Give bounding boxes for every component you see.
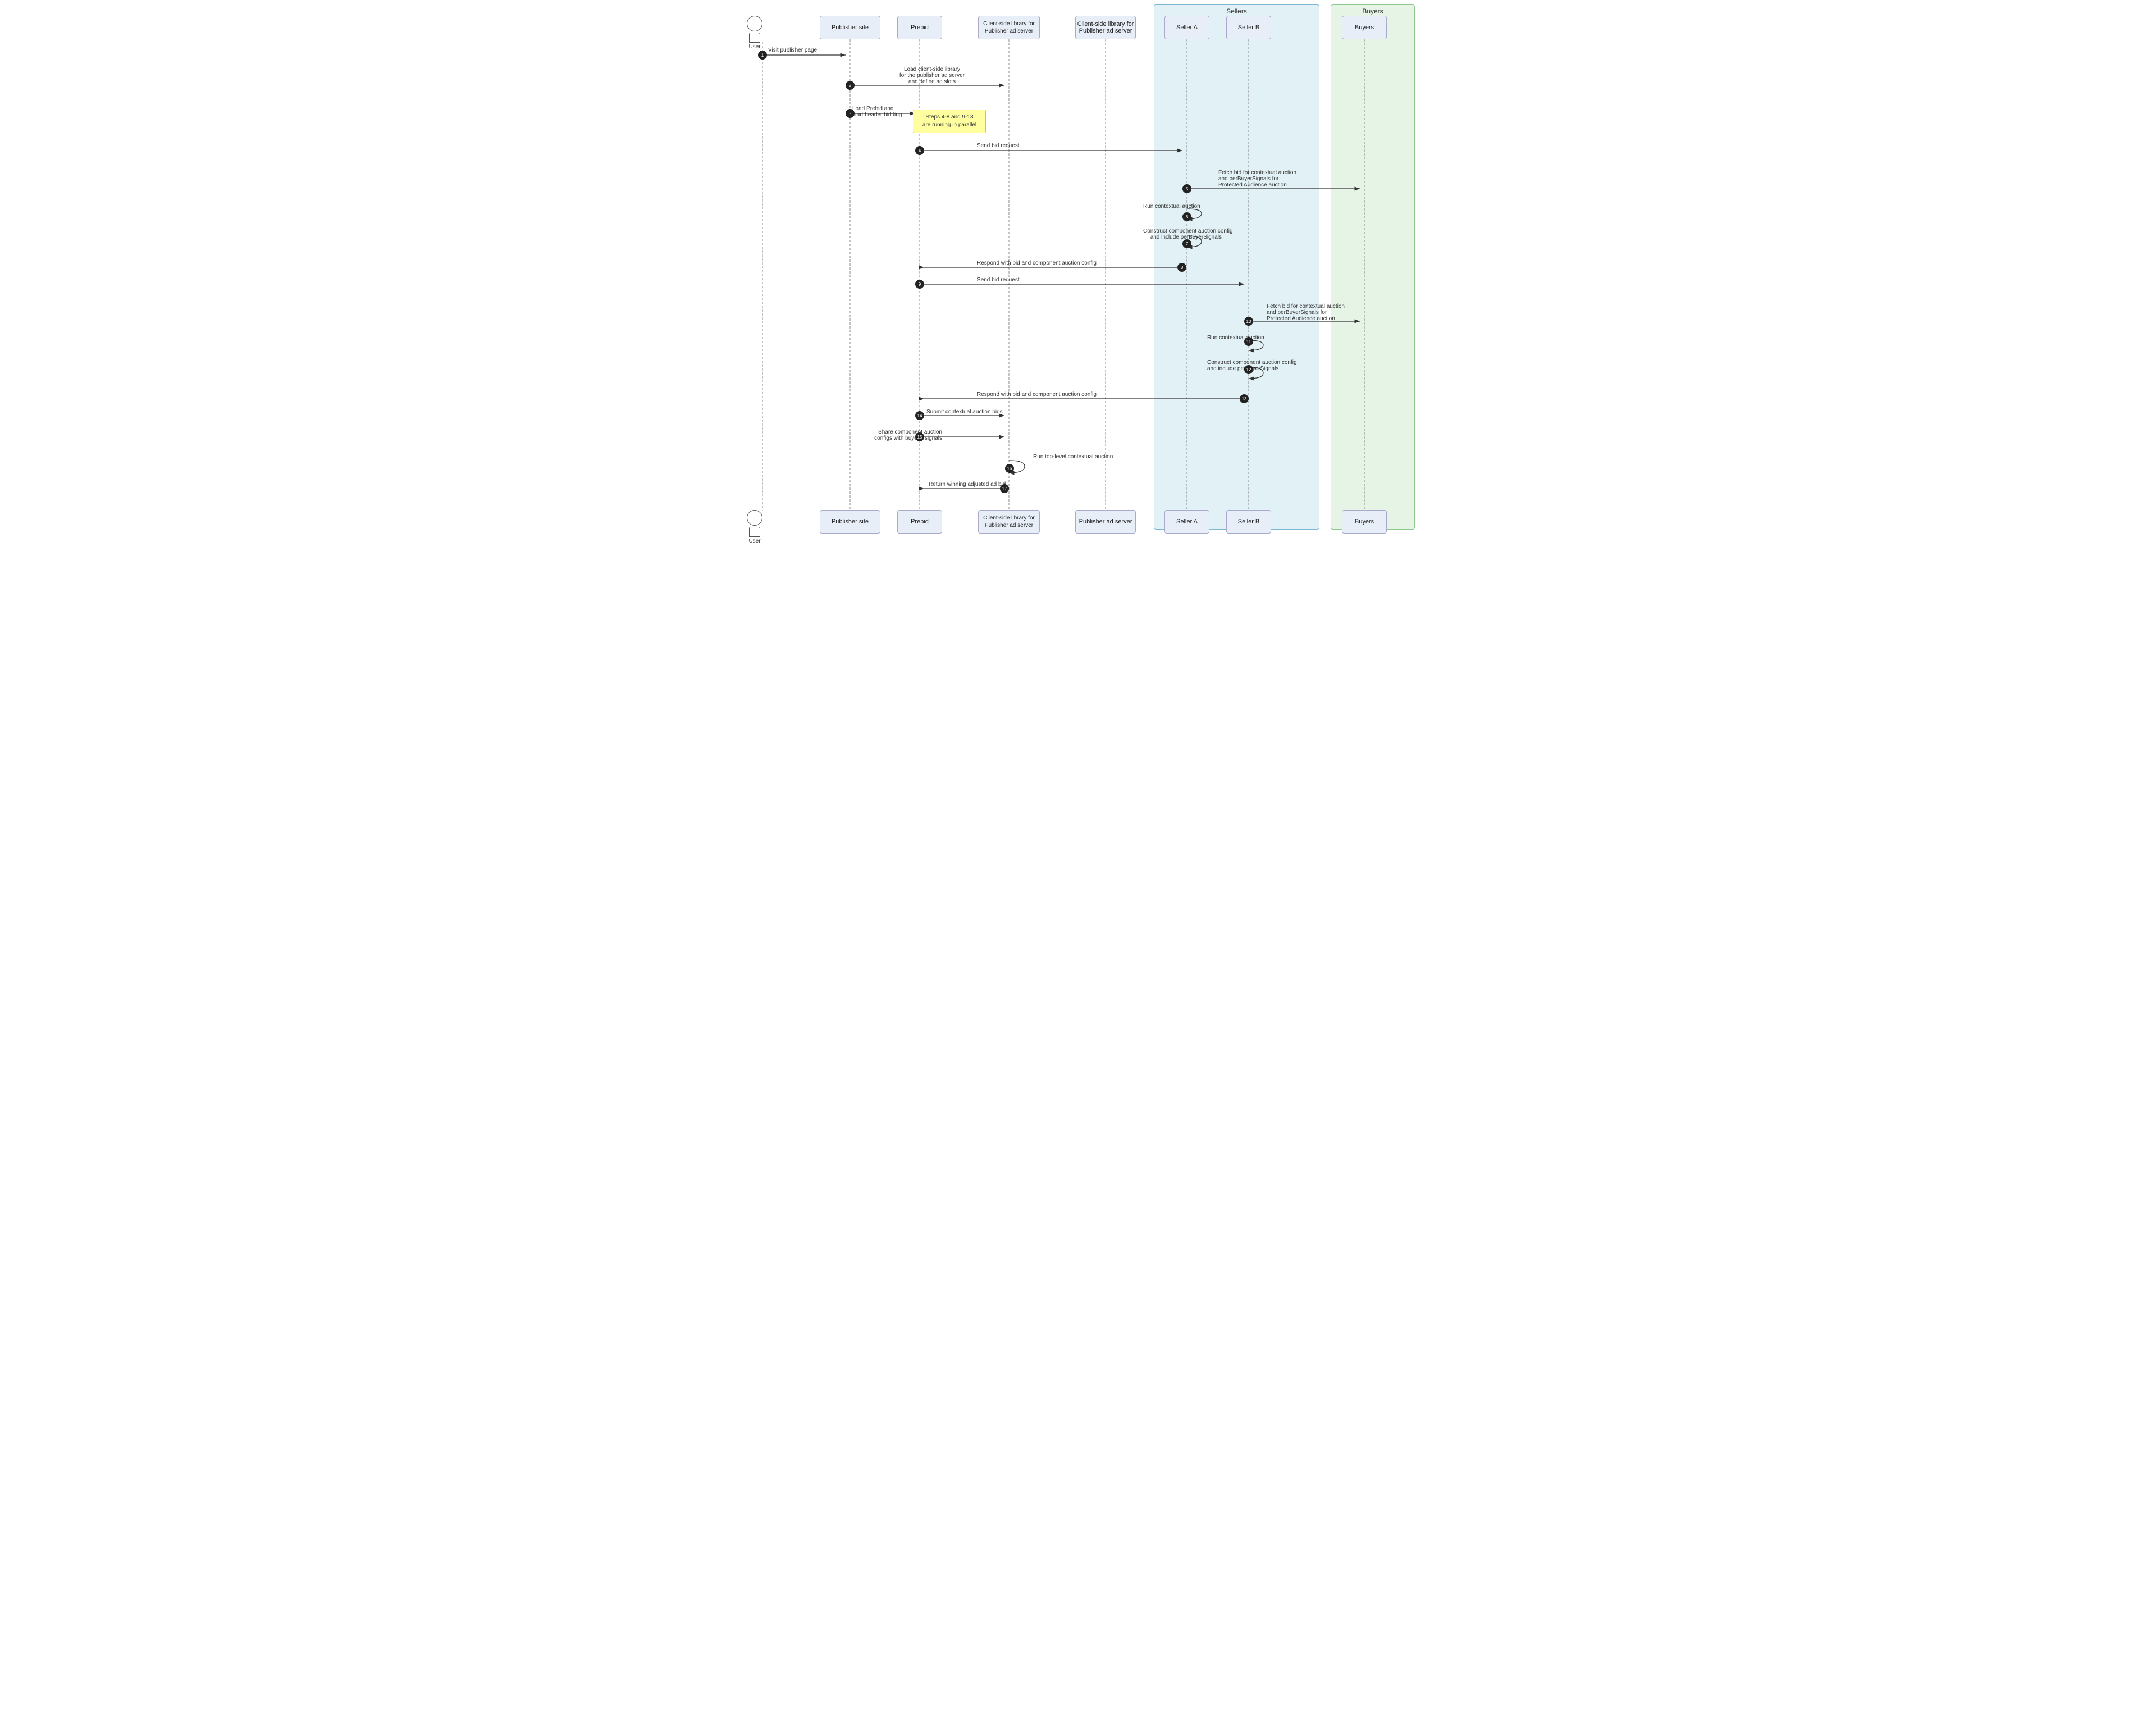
user-bottom: User — [747, 510, 762, 544]
arrows-svg — [730, 0, 1426, 550]
lifeline-publisher-site-bottom: Publisher site — [820, 510, 880, 534]
msg-16: Run top-level contextual auction — [1033, 454, 1113, 460]
user-circle-bottom — [747, 510, 762, 526]
msg-6: Run contextual auction — [1143, 203, 1200, 209]
msg-17: Return winning adjusted ad bid — [929, 481, 1006, 487]
step-1: 1 — [758, 51, 767, 60]
note-parallel: Steps 4-8 and 9-13are running in paralle… — [913, 110, 986, 133]
msg-5: Fetch bid for contextual auctionand perB… — [1218, 170, 1331, 188]
step-9: 9 — [915, 280, 924, 289]
step-17: 17 — [1000, 484, 1009, 493]
step-5: 5 — [1182, 184, 1191, 193]
step-3: 3 — [846, 109, 855, 118]
user-label-bottom: User — [748, 538, 760, 544]
msg-9: Send bid request — [977, 277, 1020, 283]
lifeline-seller-a-top: Seller A — [1164, 16, 1209, 39]
step-12: 12 — [1244, 365, 1253, 374]
step-7: 7 — [1182, 239, 1191, 248]
lifeline-prebid-top: Prebid — [897, 16, 942, 39]
lifeline-prebid-bottom: Prebid — [897, 510, 942, 534]
step-11: 11 — [1244, 337, 1253, 346]
user-body-bottom — [749, 527, 760, 537]
msg-13: Respond with bid and component auction c… — [977, 391, 1097, 398]
lifeline-buyers-top: Buyers — [1342, 16, 1387, 39]
user-label-top: User — [748, 44, 760, 50]
msg-14: Submit contextual auction bids — [926, 409, 1003, 415]
diagram-container: Sellers Buyers Publisher site Prebid Cli… — [730, 0, 1426, 550]
lifeline-seller-b-top: Seller B — [1226, 16, 1271, 39]
user-circle-top — [747, 16, 762, 31]
lifeline-buyers-bottom: Buyers — [1342, 510, 1387, 534]
lifeline-seller-b-bottom: Seller B — [1226, 510, 1271, 534]
msg-15: Share component auctionconfigs with buye… — [869, 429, 942, 441]
msg-4: Send bid request — [977, 143, 1020, 149]
msg-10: Fetch bid for contextual auctionand perB… — [1267, 303, 1379, 322]
user-top: User — [747, 16, 762, 50]
step-14: 14 — [915, 411, 924, 420]
msg-3: Load Prebid andstart header bidding — [852, 106, 920, 118]
step-10: 10 — [1244, 317, 1253, 326]
step-2: 2 — [846, 81, 855, 90]
step-13: 13 — [1240, 394, 1249, 403]
step-15: 15 — [915, 432, 924, 441]
buyers-region: Buyers — [1331, 4, 1415, 530]
msg-8: Respond with bid and component auction c… — [977, 260, 1097, 266]
lifeline-client-lib-top: Client-side library forPublisher ad serv… — [978, 16, 1040, 39]
msg-1: Visit publisher page — [768, 47, 817, 53]
msg-2: Load client-side libraryfor the publishe… — [876, 66, 988, 85]
lifeline-seller-a-bottom: Seller A — [1164, 510, 1209, 534]
lifeline-pub-ad-server-top: Client-side library for Publisher ad ser… — [1075, 16, 1136, 39]
step-8: 8 — [1177, 263, 1186, 272]
step-4: 4 — [915, 146, 924, 155]
msg-7: Construct component auction configand in… — [1143, 228, 1222, 240]
lifeline-pub-ad-server-bottom: Publisher ad server — [1075, 510, 1136, 534]
lifeline-publisher-site-top: Publisher site — [820, 16, 880, 39]
msg-11: Run contextual auction — [1207, 335, 1264, 341]
step-16: 16 — [1005, 464, 1014, 473]
user-body-top — [749, 33, 760, 43]
step-6: 6 — [1182, 212, 1191, 221]
lifeline-client-lib-bottom: Client-side library forPublisher ad serv… — [978, 510, 1040, 534]
